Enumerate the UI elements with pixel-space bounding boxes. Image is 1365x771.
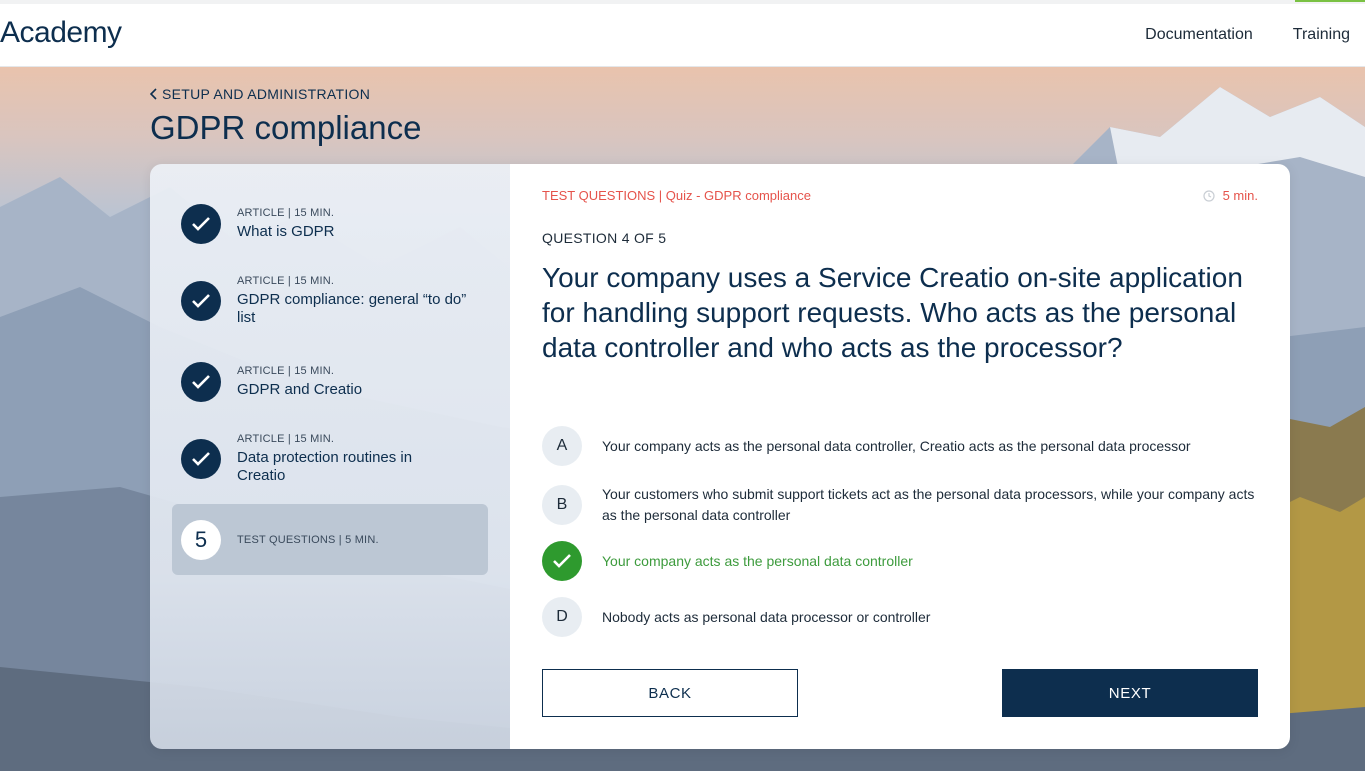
course-card: ARTICLE | 15 MIN. What is GDPR ARTICLE |… <box>150 164 1290 749</box>
answer-letter: A <box>542 426 582 466</box>
back-button[interactable]: BACK <box>542 669 798 717</box>
duration-text: 5 min. <box>1222 188 1258 203</box>
next-button[interactable]: NEXT <box>1002 669 1258 717</box>
step-number: 5 <box>181 519 221 560</box>
checkmark-icon <box>181 362 221 402</box>
answer-text: Nobody acts as personal data processor o… <box>602 608 931 625</box>
course-steps-sidebar: ARTICLE | 15 MIN. What is GDPR ARTICLE |… <box>150 164 510 749</box>
quiz-section-label: TEST QUESTIONS | Quiz - GDPR compliance <box>542 188 811 203</box>
quiz-panel: TEST QUESTIONS | Quiz - GDPR compliance … <box>510 164 1290 749</box>
step-title: What is GDPR <box>237 223 335 240</box>
step-data-protection-routines[interactable]: ARTICLE | 15 MIN. Data protection routin… <box>172 433 488 485</box>
answer-option-a[interactable]: A Your company acts as the personal data… <box>542 426 1262 466</box>
answer-letter: D <box>542 597 582 637</box>
step-gdpr-and-creatio[interactable]: ARTICLE | 15 MIN. GDPR and Creatio <box>172 362 488 402</box>
page-title: GDPR compliance <box>150 109 422 146</box>
clock-icon <box>1202 189 1215 202</box>
step-test-questions[interactable]: 5 TEST QUESTIONS | 5 MIN. <box>172 504 488 575</box>
step-meta: TEST QUESTIONS | 5 MIN. <box>237 533 379 546</box>
site-header: Academy Documentation Training <box>0 4 1365 67</box>
answer-text: Your company acts as the personal data c… <box>602 437 1191 454</box>
step-title: Data protection routines in Creatio <box>237 449 413 484</box>
academy-logo[interactable]: Academy <box>0 16 122 50</box>
breadcrumb[interactable]: SETUP AND ADMINISTRATION <box>150 86 370 102</box>
duration: 5 min. <box>1202 188 1258 203</box>
nav-training[interactable]: Training <box>1293 26 1350 44</box>
breadcrumb-label: SETUP AND ADMINISTRATION <box>162 86 371 102</box>
answer-option-d[interactable]: D Nobody acts as personal data processor… <box>542 597 1262 637</box>
checkmark-icon <box>542 541 582 581</box>
chevron-left-icon <box>150 88 157 100</box>
answer-letter: B <box>542 485 582 525</box>
checkmark-icon <box>181 281 221 321</box>
step-meta: ARTICLE | 15 MIN. <box>237 275 335 287</box>
question-counter: QUESTION 4 OF 5 <box>542 230 667 246</box>
step-meta: ARTICLE | 15 MIN. <box>237 365 335 377</box>
hero-background: SETUP AND ADMINISTRATION GDPR compliance… <box>0 67 1365 771</box>
top-accent-bar <box>1295 0 1365 2</box>
step-what-is-gdpr[interactable]: ARTICLE | 15 MIN. What is GDPR <box>172 204 488 244</box>
nav-documentation[interactable]: Documentation <box>1145 26 1253 44</box>
step-meta: ARTICLE | 15 MIN. <box>237 433 335 445</box>
answer-text: Your company acts as the personal data c… <box>602 552 913 569</box>
step-general-todo[interactable]: ARTICLE | 15 MIN. GDPR compliance: gener… <box>172 275 488 327</box>
top-nav: Documentation Training <box>1145 26 1350 44</box>
step-title: GDPR compliance: general “to do” list <box>237 291 467 326</box>
answer-text: Your customers who submit support ticket… <box>602 486 1255 523</box>
step-title: GDPR and Creatio <box>237 381 363 398</box>
answer-option-c[interactable]: Your company acts as the personal data c… <box>542 541 1262 581</box>
question-text: Your company uses a Service Creatio on-s… <box>542 262 1243 363</box>
checkmark-icon <box>181 204 221 244</box>
step-meta: ARTICLE | 15 MIN. <box>237 207 335 219</box>
answer-option-b[interactable]: B Your customers who submit support tick… <box>542 484 1262 526</box>
checkmark-icon <box>181 439 221 479</box>
